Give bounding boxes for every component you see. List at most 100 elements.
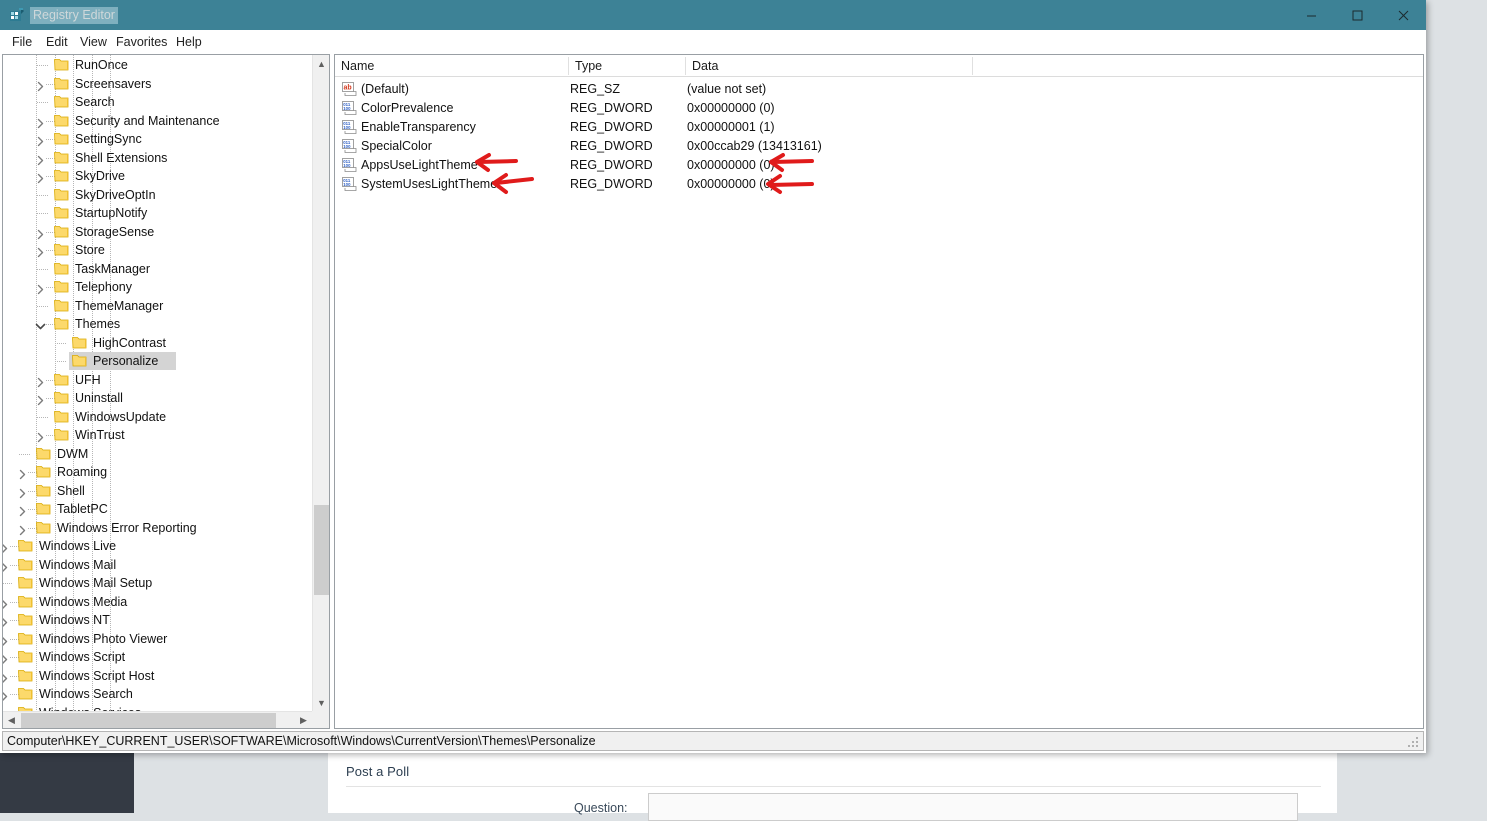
tree-item-search[interactable]: Search <box>3 93 313 111</box>
chevron-right-icon[interactable] <box>35 81 46 92</box>
chevron-right-icon[interactable] <box>35 247 46 258</box>
tree-expander-collapsed[interactable] <box>2 615 10 626</box>
chevron-right-icon[interactable] <box>2 543 10 554</box>
tree-expander-collapsed[interactable] <box>35 79 46 90</box>
tree-item-windows-mail[interactable]: Windows Mail <box>3 556 313 574</box>
minimize-button[interactable] <box>1288 0 1334 30</box>
chevron-right-icon[interactable] <box>17 469 28 480</box>
chevron-right-icon[interactable] <box>2 562 10 573</box>
question-input[interactable] <box>648 793 1298 821</box>
chevron-right-icon[interactable] <box>35 377 46 388</box>
tree-expander-collapsed[interactable] <box>2 560 10 571</box>
tree-expander-collapsed[interactable] <box>17 523 28 534</box>
tree-expander-collapsed[interactable] <box>2 689 10 700</box>
scroll-down-icon[interactable]: ▼ <box>313 694 330 711</box>
tree-item-shell[interactable]: Shell <box>3 482 313 500</box>
tree-expander-collapsed[interactable] <box>17 486 28 497</box>
value-row[interactable]: 011 100 AppsUseLightThemeREG_DWORD0x0000… <box>335 156 1423 175</box>
tree-expander-collapsed[interactable] <box>2 671 10 682</box>
tree-scroll-thumb[interactable] <box>314 505 329 595</box>
tree-expander-collapsed[interactable] <box>17 504 28 515</box>
tree-expander-collapsed[interactable] <box>35 375 46 386</box>
tree-item-thememanager[interactable]: ThemeManager <box>3 297 313 315</box>
chevron-right-icon[interactable] <box>35 395 46 406</box>
tree-horizontal-scrollbar[interactable]: ◀ ▶ <box>3 711 312 728</box>
tree-item-roaming[interactable]: Roaming <box>3 463 313 481</box>
tree-expander-collapsed[interactable] <box>35 430 46 441</box>
tree-item-wintrust[interactable]: WinTrust <box>3 426 313 444</box>
menu-favorites[interactable]: Favorites <box>110 30 173 53</box>
chevron-right-icon[interactable] <box>2 599 10 610</box>
tree-item-runonce[interactable]: RunOnce <box>3 56 313 74</box>
chevron-right-icon[interactable] <box>2 673 10 684</box>
chevron-right-icon[interactable] <box>35 432 46 443</box>
value-row[interactable]: ab (Default)REG_SZ(value not set) <box>335 80 1423 99</box>
tree-item-storagesense[interactable]: StorageSense <box>3 223 313 241</box>
tree-expander-collapsed[interactable] <box>35 393 46 404</box>
chevron-right-icon[interactable] <box>2 617 10 628</box>
tree-hscroll-thumb[interactable] <box>21 713 276 728</box>
tree-item-windows-script[interactable]: Windows Script <box>3 648 313 666</box>
tree-item-taskmanager[interactable]: TaskManager <box>3 260 313 278</box>
tree-item-startupnotify[interactable]: StartupNotify <box>3 204 313 222</box>
tree-expander-collapsed[interactable] <box>35 171 46 182</box>
chevron-down-icon[interactable] <box>35 321 46 332</box>
tree-item-windows-mail-setup[interactable]: Windows Mail Setup <box>3 574 313 592</box>
tree-item-highcontrast[interactable]: HighContrast <box>3 334 313 352</box>
menu-help[interactable]: Help <box>170 30 208 53</box>
chevron-right-icon[interactable] <box>35 118 46 129</box>
tree-item-shell-extensions[interactable]: Shell Extensions <box>3 149 313 167</box>
column-header-data[interactable]: Data <box>686 55 973 77</box>
registry-tree-pane[interactable]: RunOnce Screensavers Search Security and… <box>2 54 330 729</box>
tree-item-windows-error-reporting[interactable]: Windows Error Reporting <box>3 519 313 537</box>
tree-expander-collapsed[interactable] <box>35 227 46 238</box>
value-row[interactable]: 011 100 ColorPrevalenceREG_DWORD0x000000… <box>335 99 1423 118</box>
column-divider[interactable] <box>685 57 686 75</box>
value-row[interactable]: 011 100 SystemUsesLightThemeREG_DWORD0x0… <box>335 175 1423 194</box>
tree-item-themes[interactable]: Themes <box>3 315 313 333</box>
tree-expander-collapsed[interactable] <box>2 652 10 663</box>
tree-item-uninstall[interactable]: Uninstall <box>3 389 313 407</box>
registry-values-pane[interactable]: Name Type Data ab (Default)REG_SZ(value … <box>334 54 1424 729</box>
menu-edit[interactable]: Edit <box>40 30 74 53</box>
scroll-left-icon[interactable]: ◀ <box>3 712 20 729</box>
tree-expander-collapsed[interactable] <box>35 282 46 293</box>
value-row[interactable]: 011 100 EnableTransparencyREG_DWORD0x000… <box>335 118 1423 137</box>
column-divider[interactable] <box>972 57 973 75</box>
tree-expander-collapsed[interactable] <box>35 153 46 164</box>
chevron-right-icon[interactable] <box>35 155 46 166</box>
tree-expander-collapsed[interactable] <box>35 116 46 127</box>
tree-item-ufh[interactable]: UFH <box>3 371 313 389</box>
maximize-button[interactable] <box>1334 0 1380 30</box>
chevron-right-icon[interactable] <box>2 728 10 729</box>
chevron-right-icon[interactable] <box>35 284 46 295</box>
chevron-right-icon[interactable] <box>17 525 28 536</box>
chevron-right-icon[interactable] <box>2 654 10 665</box>
chevron-right-icon[interactable] <box>2 636 10 647</box>
scroll-right-icon[interactable]: ▶ <box>295 712 312 729</box>
chevron-right-icon[interactable] <box>2 691 10 702</box>
tree-item-windows-live[interactable]: Windows Live <box>3 537 313 555</box>
column-header-name[interactable]: Name <box>335 55 569 77</box>
menu-view[interactable]: View <box>74 30 113 53</box>
tree-expander-collapsed[interactable] <box>17 467 28 478</box>
column-divider[interactable] <box>568 57 569 75</box>
tree-item-personalize[interactable]: Personalize <box>3 352 313 370</box>
tree-item-telephony[interactable]: Telephony <box>3 278 313 296</box>
scroll-up-icon[interactable]: ▲ <box>313 55 330 72</box>
menu-file[interactable]: File <box>6 30 38 53</box>
title-bar[interactable]: Registry Editor <box>0 0 1426 30</box>
tree-expander-collapsed[interactable] <box>2 634 10 645</box>
tree-expander-collapsed[interactable] <box>2 541 10 552</box>
tree-item-windows-script-host[interactable]: Windows Script Host <box>3 667 313 685</box>
tree-item-store[interactable]: Store <box>3 241 313 259</box>
tree-item-tabletpc[interactable]: TabletPC <box>3 500 313 518</box>
tree-item-skydrive[interactable]: SkyDrive <box>3 167 313 185</box>
value-row[interactable]: 011 100 SpecialColorREG_DWORD0x00ccab29 … <box>335 137 1423 156</box>
column-header-type[interactable]: Type <box>569 55 686 77</box>
tree-expander-collapsed[interactable] <box>35 245 46 256</box>
chevron-right-icon[interactable] <box>35 229 46 240</box>
chevron-right-icon[interactable] <box>17 506 28 517</box>
tree-item-windows-nt[interactable]: Windows NT <box>3 611 313 629</box>
chevron-right-icon[interactable] <box>35 173 46 184</box>
